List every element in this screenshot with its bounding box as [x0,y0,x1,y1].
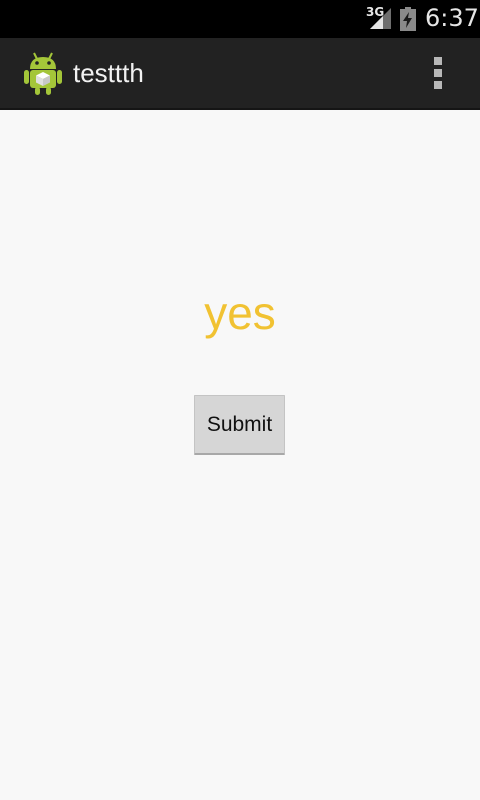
battery-charging-icon [400,7,416,36]
signal-strength-icon [368,6,392,35]
main-content: yes Submit [0,110,480,800]
overflow-dot [434,81,442,89]
status-clock: 6:37 [425,4,479,32]
overflow-menu-icon[interactable] [424,52,452,94]
app-title: testtth [73,58,144,88]
overflow-dot [434,69,442,77]
overflow-dot [434,57,442,65]
submit-button[interactable]: Submit [194,395,285,455]
action-bar: testtth [0,38,480,110]
answer-text: yes [204,287,276,339]
status-bar: 3G 6:37 [0,0,480,38]
android-robot-icon[interactable] [22,51,64,100]
